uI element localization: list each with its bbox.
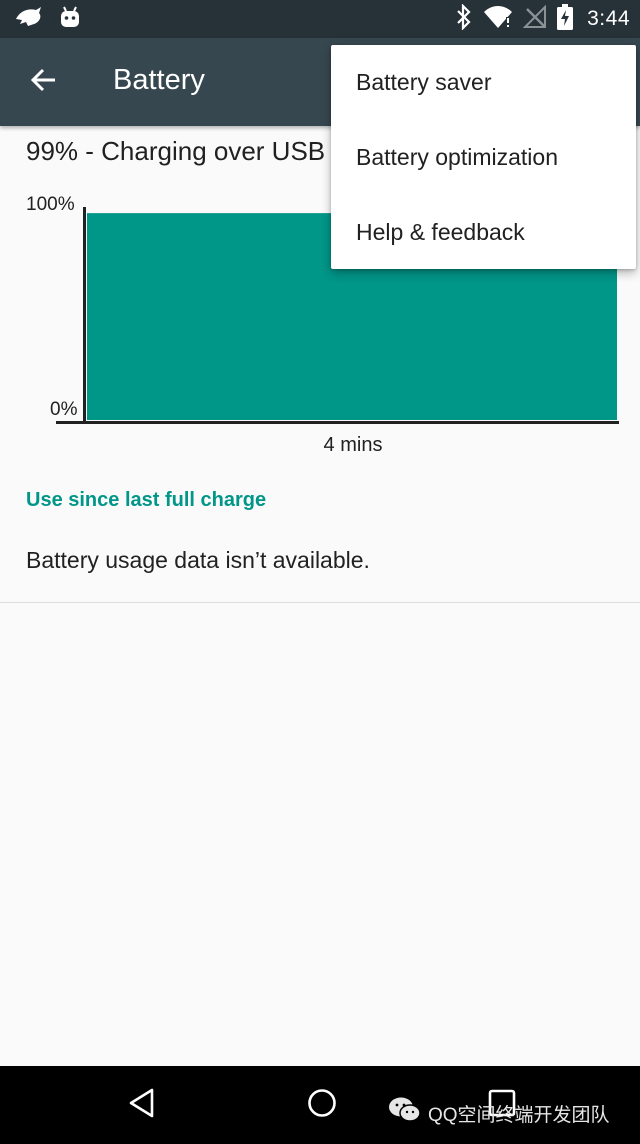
wifi-icon bbox=[483, 5, 513, 34]
y-tick-label-bottom: 0% bbox=[50, 399, 78, 420]
back-icon bbox=[127, 1087, 157, 1124]
status-bar: 3:44 bbox=[0, 0, 640, 38]
watermark-text: QQ空间终端开发团队 bbox=[428, 1104, 610, 1126]
menu-item-battery-optimization[interactable]: Battery optimization bbox=[331, 120, 636, 195]
watermark: QQ空间终端开发团队 bbox=[388, 1096, 610, 1130]
signal-off-icon bbox=[522, 4, 547, 34]
status-time: 3:44 bbox=[587, 7, 630, 30]
y-tick-label-top: 100% bbox=[26, 194, 75, 215]
x-axis-label: 4 mins bbox=[324, 434, 383, 456]
arrow-back-icon bbox=[30, 66, 58, 99]
back-button[interactable] bbox=[22, 60, 66, 104]
battery-status-text: 99% - Charging over USB bbox=[26, 136, 326, 166]
usage-section-header: Use since last full charge bbox=[26, 489, 267, 511]
divider bbox=[0, 602, 640, 603]
overflow-menu: Battery saver Battery optimization Help … bbox=[331, 45, 636, 269]
nav-back-button[interactable] bbox=[122, 1085, 162, 1125]
bluetooth-icon bbox=[455, 2, 473, 35]
menu-item-label: Battery saver bbox=[356, 69, 492, 95]
menu-item-battery-saver[interactable]: Battery saver bbox=[331, 45, 636, 120]
battery-charging-icon bbox=[557, 3, 574, 35]
page-title: Battery bbox=[113, 64, 205, 96]
menu-item-help-feedback[interactable]: Help & feedback bbox=[331, 195, 636, 270]
wechat-icon bbox=[388, 1096, 422, 1130]
menu-item-label: Help & feedback bbox=[356, 219, 525, 245]
usage-unavailable-message: Battery usage data isn’t available. bbox=[26, 547, 370, 573]
android-debug-icon bbox=[58, 5, 82, 34]
home-icon bbox=[306, 1087, 338, 1124]
battery-settings-screen: 3:44 Battery 99% - Charging over USB 100… bbox=[0, 0, 640, 1144]
nav-home-button[interactable] bbox=[302, 1085, 342, 1125]
menu-item-label: Battery optimization bbox=[356, 144, 558, 170]
notification-app-icon bbox=[14, 5, 44, 34]
